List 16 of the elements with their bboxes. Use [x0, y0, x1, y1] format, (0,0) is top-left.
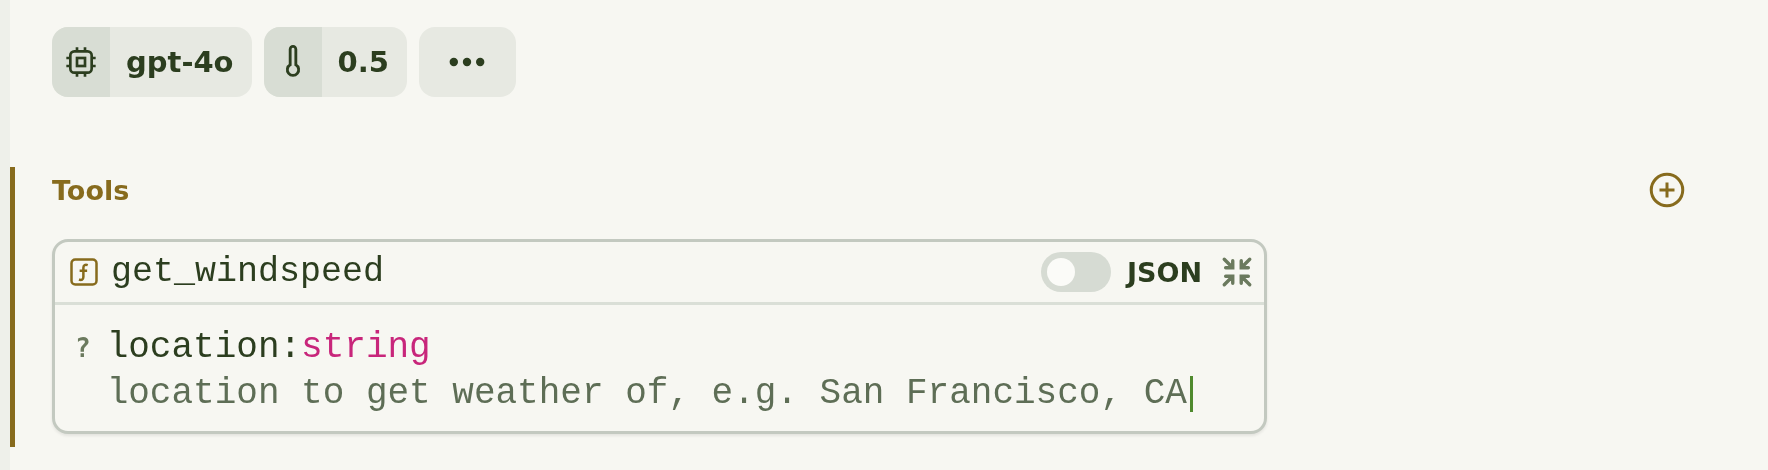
more-button[interactable]: [418, 27, 516, 97]
param-description[interactable]: location to get weather of, e.g. San Francisco, CA: [106, 371, 1187, 417]
more-icon: [449, 57, 486, 67]
optional-mark: ?: [75, 332, 91, 365]
function-icon: [69, 257, 99, 287]
cpu-icon[interactable]: [52, 27, 110, 97]
thermometer-icon[interactable]: [263, 27, 322, 97]
collapse-icon[interactable]: [1220, 255, 1254, 289]
section-title: Tools: [52, 174, 130, 206]
param-name: location: [106, 326, 280, 370]
param-separator: :: [279, 326, 302, 370]
add-icon[interactable]: [1649, 172, 1685, 208]
tool-name: get_windspeed: [111, 252, 385, 292]
param-type: string: [301, 326, 431, 370]
toggle-label: JSON: [1126, 256, 1202, 288]
json-toggle[interactable]: [1040, 252, 1111, 292]
